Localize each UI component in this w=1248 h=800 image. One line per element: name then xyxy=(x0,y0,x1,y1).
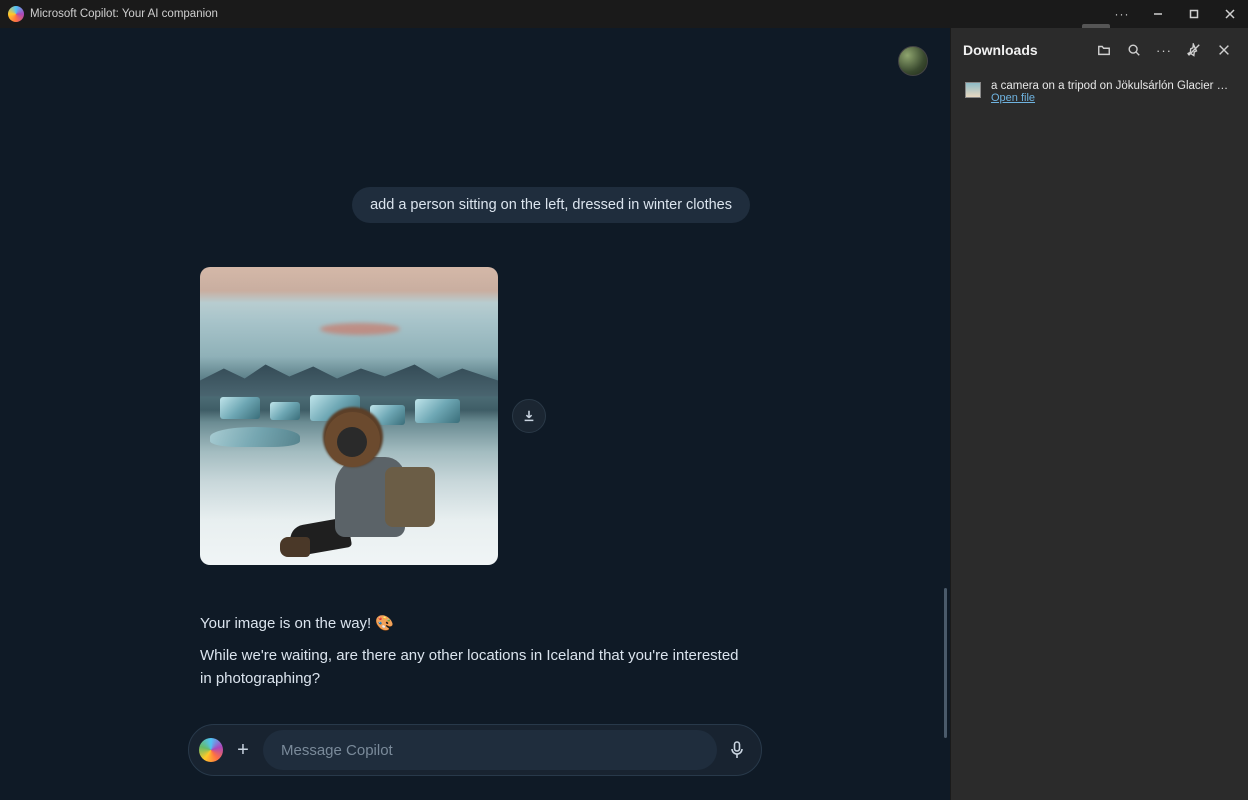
unpin-icon[interactable] xyxy=(1182,38,1206,62)
user-message-bubble: add a person sitting on the left, dresse… xyxy=(352,187,750,223)
title-bar: Microsoft Copilot: Your AI companion ··· xyxy=(0,0,1248,28)
downloads-folder-icon[interactable] xyxy=(1092,38,1116,62)
assistant-line: Your image is on the way! 🎨 xyxy=(200,613,750,636)
close-panel-icon[interactable] xyxy=(1212,38,1236,62)
downloads-title: Downloads xyxy=(963,42,1086,58)
downloads-search-icon[interactable] xyxy=(1122,38,1146,62)
download-open-link[interactable]: Open file xyxy=(991,92,1234,104)
titlebar-more-icon[interactable]: ··· xyxy=(1104,0,1140,28)
message-input-wrap[interactable] xyxy=(263,730,717,770)
assistant-line: While we're waiting, are there any other… xyxy=(200,645,750,690)
microphone-button[interactable] xyxy=(723,736,751,764)
download-item[interactable]: a camera on a tripod on Jökulsárlón Glac… xyxy=(951,72,1248,112)
minimize-button[interactable] xyxy=(1140,0,1176,28)
generated-image[interactable] xyxy=(200,267,498,565)
message-input[interactable] xyxy=(281,742,699,759)
copilot-logo-icon[interactable] xyxy=(199,738,223,762)
downloads-more-icon[interactable]: ··· xyxy=(1152,43,1176,58)
maximize-button[interactable] xyxy=(1176,0,1212,28)
download-thumbnail-icon xyxy=(965,82,981,98)
download-image-button[interactable] xyxy=(512,399,546,433)
add-attachment-button[interactable]: + xyxy=(229,736,257,764)
copilot-app-icon xyxy=(8,6,24,22)
assistant-message: Your image is on the way! 🎨 While we're … xyxy=(200,613,750,691)
composer: + xyxy=(188,724,762,776)
downloads-panel: Downloads ··· a camera on a tripod on Jö… xyxy=(950,28,1248,800)
close-button[interactable] xyxy=(1212,0,1248,28)
window-title: Microsoft Copilot: Your AI companion xyxy=(30,8,218,20)
download-filename: a camera on a tripod on Jökulsárlón Glac… xyxy=(991,80,1234,92)
scrollbar-thumb[interactable] xyxy=(944,588,947,738)
chat-pane: add a person sitting on the left, dresse… xyxy=(0,28,950,800)
